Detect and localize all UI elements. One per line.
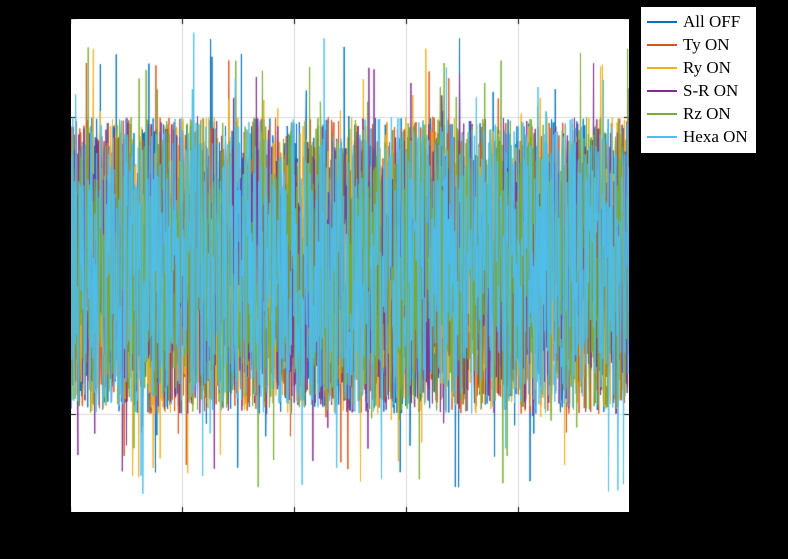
legend-item-all-off: All OFF <box>647 11 748 34</box>
legend-item-ty-on: Ty ON <box>647 34 748 57</box>
legend-label: Hexa ON <box>683 126 748 149</box>
legend-label: Rz ON <box>683 103 731 126</box>
legend-swatch <box>647 21 677 23</box>
legend: All OFF Ty ON Ry ON S-R ON Rz ON Hexa ON <box>640 6 757 154</box>
legend-swatch <box>647 90 677 92</box>
legend-swatch <box>647 44 677 46</box>
legend-label: Ry ON <box>683 57 731 80</box>
legend-item-hexa-on: Hexa ON <box>647 126 748 149</box>
legend-label: Ty ON <box>683 34 730 57</box>
plot-area <box>70 18 630 513</box>
legend-item-sr-on: S-R ON <box>647 80 748 103</box>
legend-swatch <box>647 67 677 69</box>
legend-item-ry-on: Ry ON <box>647 57 748 80</box>
noise-chart: All OFF Ty ON Ry ON S-R ON Rz ON Hexa ON <box>0 0 788 559</box>
data-canvas <box>70 18 630 513</box>
legend-item-rz-on: Rz ON <box>647 103 748 126</box>
legend-swatch <box>647 136 677 138</box>
legend-label: S-R ON <box>683 80 738 103</box>
legend-swatch <box>647 113 677 115</box>
legend-label: All OFF <box>683 11 740 34</box>
